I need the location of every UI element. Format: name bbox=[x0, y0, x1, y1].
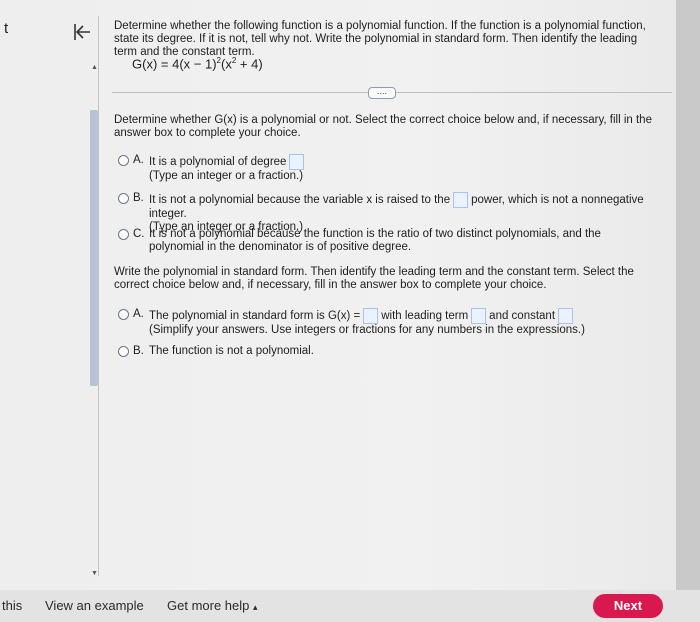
part2-choice-a-text-1: The polynomial in standard form is G(x) … bbox=[149, 310, 361, 323]
part1-choice-b-radio[interactable] bbox=[118, 193, 129, 204]
panel-divider bbox=[98, 16, 99, 576]
caret-up-icon: ▴ bbox=[253, 602, 258, 612]
left-edge-text: t bbox=[4, 20, 9, 37]
next-button[interactable]: Next bbox=[593, 594, 663, 618]
question-panel bbox=[0, 0, 700, 590]
get-more-help-link[interactable]: Get more help ▴ bbox=[167, 598, 258, 613]
footer-left-fragment: this bbox=[2, 598, 23, 613]
part1-choice-c-letter: C. bbox=[133, 228, 145, 240]
function-expression: G(x) = 4(x − 1)2(x2 + 4) bbox=[132, 56, 263, 71]
part2-choice-a-text-2: with leading term bbox=[381, 310, 469, 323]
part2-choice-b-radio[interactable] bbox=[118, 346, 129, 357]
part2-instruction: Write the polynomial in standard form. T… bbox=[114, 266, 634, 291]
standard-form-answer-box[interactable] bbox=[363, 308, 379, 324]
part1-choice-c-text: It is not a polynomial because the funct… bbox=[149, 228, 601, 253]
expand-more-button[interactable]: .... bbox=[368, 87, 396, 99]
part1-choice-a: It is a polynomial of degree (Type an in… bbox=[149, 154, 649, 183]
part2-choice-b-letter: B. bbox=[133, 345, 144, 357]
part1-choice-a-radio[interactable] bbox=[118, 155, 129, 166]
part2-choice-a: The polynomial in standard form is G(x) … bbox=[149, 308, 659, 337]
function-mid: (x bbox=[220, 56, 232, 72]
part1-choice-c-radio[interactable] bbox=[118, 229, 129, 240]
power-answer-box[interactable] bbox=[453, 192, 469, 208]
collapse-left-icon[interactable] bbox=[72, 22, 94, 42]
constant-term-answer-box[interactable] bbox=[558, 308, 574, 324]
function-lhs: G(x) = 4(x − 1) bbox=[132, 56, 217, 72]
part1-instruction: Determine whether G(x) is a polynomial o… bbox=[114, 114, 652, 139]
part2-choice-b-text: The function is not a polynomial. bbox=[149, 345, 314, 357]
scroll-up-arrow[interactable]: ▲ bbox=[91, 64, 98, 71]
leading-term-answer-box[interactable] bbox=[471, 308, 487, 324]
view-example-link[interactable]: View an example bbox=[45, 598, 144, 613]
part1-choice-b-letter: B. bbox=[133, 192, 144, 204]
degree-answer-box[interactable] bbox=[289, 154, 305, 170]
function-rhs: + 4) bbox=[236, 56, 263, 72]
scroll-down-arrow[interactable]: ▼ bbox=[91, 570, 98, 577]
question-prompt: Determine whether the following function… bbox=[114, 20, 646, 58]
part2-choice-a-text-3: and constant bbox=[489, 310, 556, 323]
part2-choice-a-letter: A. bbox=[133, 308, 144, 320]
get-more-help-label: Get more help bbox=[167, 598, 250, 613]
part1-choice-a-letter: A. bbox=[133, 154, 144, 166]
part1-choice-a-hint: (Type an integer or a fraction.) bbox=[149, 170, 304, 182]
part2-choice-a-radio[interactable] bbox=[118, 309, 129, 320]
right-edge-panel bbox=[676, 0, 700, 590]
part1-choice-b-text-before: It is not a polynomial because the varia… bbox=[149, 194, 451, 207]
scrollbar-thumb[interactable] bbox=[90, 110, 98, 386]
part2-choice-a-hint: (Simplify your answers. Use integers or … bbox=[149, 324, 585, 336]
part1-choice-a-text: It is a polynomial of degree bbox=[149, 156, 287, 169]
